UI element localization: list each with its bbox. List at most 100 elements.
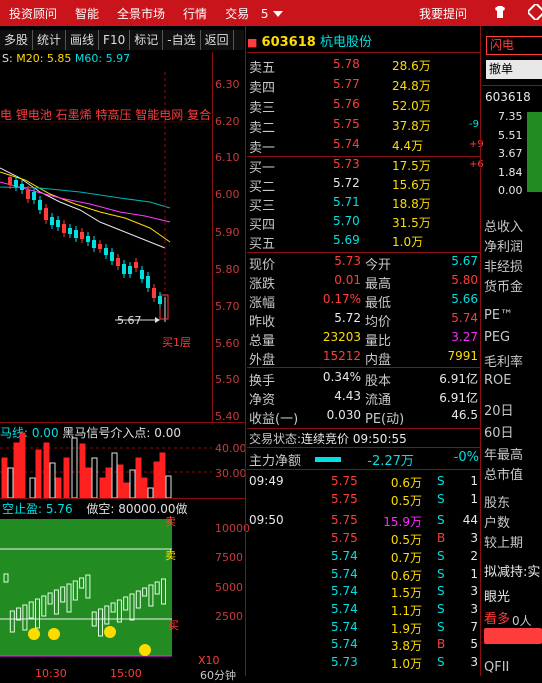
buy-label: 买 [168,619,179,632]
tick-side: S [437,584,445,599]
signal-bar [117,464,124,498]
draw-button[interactable]: 画线 [66,30,100,50]
fund-label: PE(动) [365,412,405,427]
time-label: 15:00 [110,667,142,680]
far-label: 总收入 [484,220,524,235]
kong-candle [123,596,129,611]
bid-label: 买四 [249,218,276,233]
stock-code: 603618 [261,35,316,50]
signal-bar [129,469,136,498]
kong-candle [41,595,47,617]
chart-toolbar: 多股 统计 画线 F10 标记 -自选 返回 [0,30,244,50]
short-profit-panel[interactable]: 空止盈: 5.76 做空: 80000.00做 10000 7500 5000 … [0,499,250,682]
kong-candle [3,573,9,583]
signal-bar [159,452,166,498]
kong-candle [110,602,116,613]
kline-chart[interactable]: S: M20: 5.85 M60: 5.97 电 锂电池 石墨烯 特高压 智能电… [0,52,245,422]
flow-bar [315,457,342,462]
menu-quotes[interactable]: 行情 [174,5,216,22]
quote-label: 最高 [365,277,392,292]
far-label: PE™ [484,308,514,323]
multi-stock-button[interactable]: 多股 [0,30,34,50]
tick-volume: 0.5万 [390,533,422,548]
signal-bar [111,452,118,498]
ask-label: 卖四 [249,81,276,96]
main-net-flow: 主力净额 -2.27万 -0% [249,450,479,469]
tick-price: 5.75 [331,513,358,528]
sell-top-label: 卖 [165,515,176,528]
x10-label: X10 [198,654,220,667]
bid-price[interactable]: 5.70 [333,214,360,228]
cancel-order-button[interactable]: 撤单 [486,60,542,79]
fund-value: 46.5 [451,408,478,422]
stats-button[interactable]: 统计 [33,30,67,50]
back-button[interactable]: 返回 [201,30,234,50]
far-value: 3.67 [498,147,523,160]
tick-count: 1 [470,566,478,581]
tick-volume: 15.9万 [383,515,422,530]
ask-question-button[interactable]: 我要提问 [419,5,467,22]
shirt-icon[interactable] [492,4,508,20]
tick-side: S [437,474,445,488]
sell-label: 卖 [165,549,176,562]
far-label: 总市值 [484,468,524,483]
tick-price: 5.74 [331,601,358,616]
quote-label: 均价 [365,315,392,330]
kong-candle [16,607,22,621]
menu-market[interactable]: 全景市场 [108,5,174,22]
period-label[interactable]: 60分钟 [200,667,236,683]
ask-price[interactable]: 5.75 [333,117,360,131]
tick-time: 09:50 [249,513,284,528]
price-tick: 5.60 [215,337,240,350]
ask-price[interactable]: 5.77 [333,77,360,91]
far-code: 603618 [485,90,531,104]
chevron-down-icon[interactable] [272,11,283,17]
bid-price[interactable]: 5.69 [333,233,360,247]
far-label: 户数 [484,516,511,531]
settings-icon[interactable] [528,4,542,20]
stock-name[interactable]: 杭电股份 [320,35,372,50]
bid-volume: 31.5万 [392,216,431,230]
tick-volume: 0.6万 [390,568,422,583]
signal-bar [49,462,56,498]
bid-volume: 18.8万 [392,197,431,211]
ask-volume: 4.4万 [392,139,424,153]
menu-smart[interactable]: 智能 [66,5,108,22]
ask-price[interactable]: 5.74 [333,137,360,151]
tick-count: 1 [470,474,478,488]
flash-button[interactable]: 闪电 [486,36,542,55]
menu-advisor[interactable]: 投资顾问 [0,5,66,22]
signal-bar [13,442,20,498]
kong-tick: 5000 [215,581,243,594]
far-label: 年最高 [484,448,524,463]
quote-label: 内盘 [365,353,392,368]
bid-price[interactable]: 5.72 [333,176,360,190]
tick-volume: 1.0万 [390,657,422,671]
tick-price: 5.74 [331,566,358,581]
kong-tick: 7500 [215,551,243,564]
kong-title: 空止盈: 5.76 [2,502,73,516]
watchlist-button[interactable]: -自选 [163,30,201,50]
signal-bar [165,475,172,498]
signal-bar [99,477,106,498]
flow-value: -2.27万 [367,454,414,469]
tick-price: 5.74 [331,548,358,563]
signal-bar [71,437,78,498]
ask-price[interactable]: 5.78 [333,57,360,71]
trading-status: 交易状态:连续竞价 09:50:55 [249,430,407,447]
f10-button[interactable]: F10 [99,30,131,50]
quote-label: 涨跌 [249,277,276,292]
tick-side: B [437,531,446,546]
kong-candle [35,598,40,629]
mark-button[interactable]: 标记 [130,30,164,50]
bid-price[interactable]: 5.71 [333,195,360,209]
signal-indicator-panel[interactable]: 马线: 0.00 黑马信号介入点: 0.00 40.00 30.00 [0,423,247,498]
menu-trade[interactable]: 交易 5 [216,5,291,22]
quote-label: 量比 [365,334,392,349]
signal-bar [43,442,50,498]
quote-value: 5.73 [334,254,361,268]
bid-price[interactable]: 5.73 [333,157,360,171]
ask-price[interactable]: 5.76 [333,97,360,111]
kong-candle [72,580,78,601]
kong-candle [98,608,103,637]
